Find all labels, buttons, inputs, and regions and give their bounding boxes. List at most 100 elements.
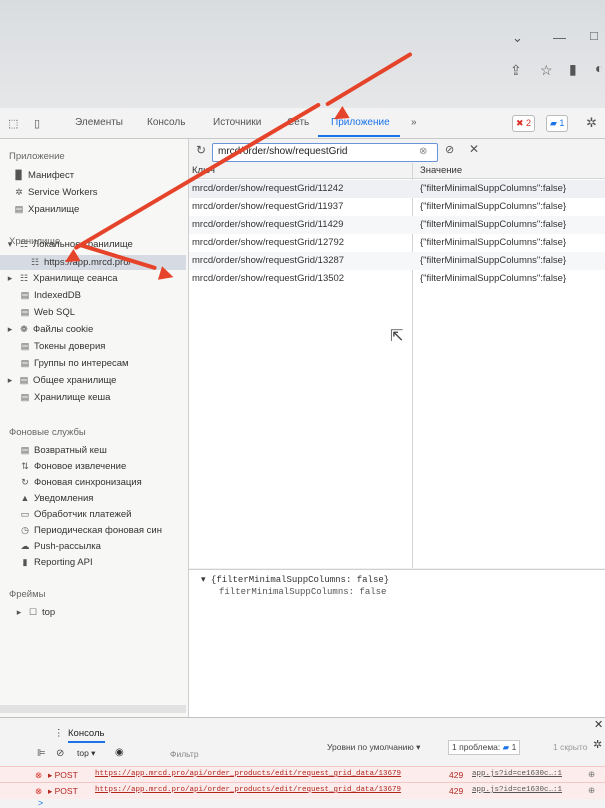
sidebar-item-trust-tokens[interactable]: ▤ Токены доверия bbox=[20, 341, 106, 352]
grid-icon: ☷ bbox=[19, 273, 29, 283]
sidebar-item-cache-storage[interactable]: ▤ Хранилище кеша bbox=[20, 392, 111, 403]
sidebar-item-storage-overview[interactable]: ▤ Хранилище bbox=[14, 204, 80, 215]
table-row[interactable]: mrcd/order/show/requestGrid/11429 {"filt… bbox=[189, 216, 605, 234]
sidepanel-icon[interactable]: ▮ bbox=[569, 61, 577, 78]
sidebar-item-notifications[interactable]: ▲ Уведомления bbox=[20, 493, 94, 504]
row-key: mrcd/order/show/requestGrid/13502 bbox=[192, 273, 345, 284]
column-header-key[interactable]: Ключ bbox=[189, 163, 412, 179]
sidebar-item-payment-handler[interactable]: ▭ Обработчик платежей bbox=[20, 509, 132, 520]
source-link[interactable]: app.js?id=ce1630c…:1 bbox=[472, 770, 562, 778]
sidebar-item-web-sql[interactable]: ▤ Web SQL bbox=[20, 307, 75, 318]
database-icon: ▤ bbox=[14, 204, 24, 214]
section-frames: Фреймы bbox=[9, 589, 46, 600]
drawer-menu-icon[interactable]: ⋮ bbox=[54, 728, 64, 739]
device-toolbar-icon[interactable]: ▯ bbox=[34, 117, 40, 130]
table-row[interactable]: mrcd/order/show/requestGrid/12792 {"filt… bbox=[189, 234, 605, 252]
console-settings-gear-icon[interactable]: ✲ bbox=[593, 738, 602, 751]
tab-console[interactable]: Консоль bbox=[147, 117, 185, 128]
minimize-button[interactable]: — bbox=[553, 30, 566, 45]
sidebar-item-label: Обработчик платежей bbox=[34, 509, 132, 520]
settings-gear-icon[interactable]: ✲ bbox=[586, 115, 597, 131]
sidebar-item-label: Уведомления bbox=[34, 493, 94, 504]
hidden-messages-count: 1 скрыто bbox=[553, 742, 588, 752]
row-value: {"filterMinimalSuppColumns":false} bbox=[420, 255, 567, 266]
preview-object-line[interactable]: ▾ {filterMinimalSuppColumns: false} bbox=[201, 575, 389, 585]
sidebar-item-label: Хранилище кеша bbox=[34, 392, 111, 403]
clock-icon: ◷ bbox=[21, 525, 29, 535]
error-icon: ⊗ bbox=[35, 786, 43, 796]
console-drawer: ⋮ Консоль ✕ ⊫ ⊘ top ▾ ◉ Фильтр Уровни по… bbox=[0, 717, 605, 808]
sidebar-item-label: Фоновое извлечение bbox=[34, 461, 127, 472]
clear-filter-icon[interactable]: ⊗ bbox=[419, 146, 427, 157]
sidebar-item-background-sync[interactable]: ↻ Фоновая синхронизация bbox=[20, 477, 142, 488]
database-icon: ▤ bbox=[20, 307, 30, 317]
sidebar-item-shared-storage[interactable]: ▸ ▤ Общее хранилище bbox=[5, 375, 117, 386]
log-levels-dropdown[interactable]: Уровни по умолчанию ▾ bbox=[327, 742, 420, 753]
error-count-badge[interactable]: ✖ 2 bbox=[512, 115, 536, 132]
table-row[interactable]: mrcd/order/show/requestGrid/11937 {"filt… bbox=[189, 198, 605, 216]
sidebar-item-periodic-sync[interactable]: ◷ Периодическая фоновая син bbox=[20, 525, 162, 536]
bell-icon: ▲ bbox=[20, 493, 30, 503]
expand-arrow-icon: ▸ bbox=[7, 324, 13, 334]
message-count-badge[interactable]: ▰ 1 bbox=[546, 115, 569, 132]
bookmark-star-icon[interactable]: ☆ bbox=[540, 62, 553, 79]
table-row[interactable]: mrcd/order/show/requestGrid/13287 {"filt… bbox=[189, 252, 605, 270]
sidebar-item-back-forward-cache[interactable]: ▤ Возвратный кеш bbox=[20, 445, 107, 456]
request-details-icon[interactable]: ⊕ bbox=[588, 785, 595, 796]
clear-console-icon[interactable]: ⊘ bbox=[56, 748, 64, 759]
console-error-row[interactable]: ⊗ ▸ POST https://app.mrcd.pro/api/order_… bbox=[0, 766, 605, 783]
console-error-row[interactable]: ⊗ ▸ POST https://app.mrcd.pro/api/order_… bbox=[0, 782, 605, 799]
inspect-element-icon[interactable]: ⬚ bbox=[8, 117, 18, 130]
sidebar-item-cookies[interactable]: ▸ ❁ Файлы cookie bbox=[5, 324, 94, 335]
context-selector[interactable]: top ▾ bbox=[77, 748, 95, 759]
tab-elements[interactable]: Элементы bbox=[75, 117, 123, 128]
source-link[interactable]: app.js?id=ce1630c…:1 bbox=[472, 786, 562, 794]
sidebar-item-local-storage-row[interactable]: ▾ ☷ Локальное хранилище bbox=[5, 239, 133, 250]
card-icon: ▭ bbox=[20, 509, 30, 519]
active-tab-indicator bbox=[318, 135, 400, 137]
drawer-tab-console[interactable]: Консоль bbox=[68, 728, 105, 743]
section-application: Приложение bbox=[9, 151, 65, 162]
issues-button[interactable]: 1 проблема: ▰ 1 bbox=[448, 740, 521, 755]
sidebar-item-indexeddb[interactable]: ▤ IndexedDB bbox=[20, 290, 81, 301]
profile-icon[interactable]: ◐ bbox=[595, 60, 603, 76]
refresh-icon[interactable]: ↻ bbox=[196, 143, 206, 157]
close-drawer-icon[interactable]: ✕ bbox=[594, 718, 603, 731]
sidebar-item-service-workers[interactable]: ✲ Service Workers bbox=[14, 187, 97, 198]
sidebar-toggle-icon[interactable]: ⊫ bbox=[37, 748, 46, 759]
more-tabs-button[interactable]: » bbox=[411, 117, 417, 128]
request-url-link[interactable]: https://app.mrcd.pro/api/order_products/… bbox=[95, 770, 401, 778]
sidebar-item-label: Манифест bbox=[28, 170, 75, 181]
table-row[interactable]: mrcd/order/show/requestGrid/11242 {"filt… bbox=[189, 180, 605, 198]
sidebar-item-frame-top[interactable]: ▸ ☐ top bbox=[14, 607, 55, 618]
sidebar-item-background-fetch[interactable]: ⇅ Фоновое извлечение bbox=[20, 461, 126, 472]
cloud-icon: ☁ bbox=[20, 541, 30, 551]
sidebar-horizontal-scrollbar[interactable] bbox=[0, 705, 186, 713]
table-row[interactable]: mrcd/order/show/requestGrid/13502 {"filt… bbox=[189, 270, 605, 288]
fetch-arrows-icon: ⇅ bbox=[21, 461, 29, 471]
sidebar-item-interest-groups[interactable]: ▤ Группы по интересам bbox=[20, 358, 129, 369]
request-url-link[interactable]: https://app.mrcd.pro/api/order_products/… bbox=[95, 786, 401, 794]
sidebar-item-label: Хранилище bbox=[28, 204, 80, 215]
sidebar-item-origin-app-mrcd[interactable]: ☷ https://app.mrcd.pro/ bbox=[0, 255, 186, 270]
sidebar-item-reporting-api[interactable]: ▮ Reporting API bbox=[20, 557, 93, 568]
delete-selected-icon[interactable]: ✕ bbox=[469, 142, 479, 156]
console-filter-input[interactable]: Фильтр bbox=[170, 749, 199, 759]
tab-search-icon[interactable]: ⌄ bbox=[512, 30, 523, 46]
request-details-icon[interactable]: ⊕ bbox=[588, 769, 595, 780]
column-header-value[interactable]: Значение bbox=[413, 163, 605, 179]
clear-all-icon[interactable]: ⊘ bbox=[445, 143, 454, 156]
live-expression-eye-icon[interactable]: ◉ bbox=[115, 747, 124, 758]
maximize-button[interactable]: □ bbox=[590, 28, 598, 43]
share-icon[interactable]: ⇪ bbox=[510, 62, 522, 79]
grid-icon: ☷ bbox=[30, 257, 40, 267]
sidebar-item-session-storage[interactable]: ▸ ☷ Хранилище сеанса bbox=[5, 273, 118, 284]
tab-sources[interactable]: Источники bbox=[213, 117, 261, 128]
row-key: mrcd/order/show/requestGrid/12792 bbox=[192, 237, 345, 248]
status-code: 429 bbox=[449, 770, 464, 780]
sidebar-item-manifest[interactable]: ▉ Манифест bbox=[14, 170, 75, 181]
error-icon: ⊗ bbox=[35, 770, 43, 780]
browser-chrome: ⌄ — □ ⇪ ☆ ▮ ◐ bbox=[0, 0, 605, 108]
sidebar-item-label: Общее хранилище bbox=[33, 375, 117, 386]
sidebar-item-push-messaging[interactable]: ☁ Push-рассылка bbox=[20, 541, 101, 552]
